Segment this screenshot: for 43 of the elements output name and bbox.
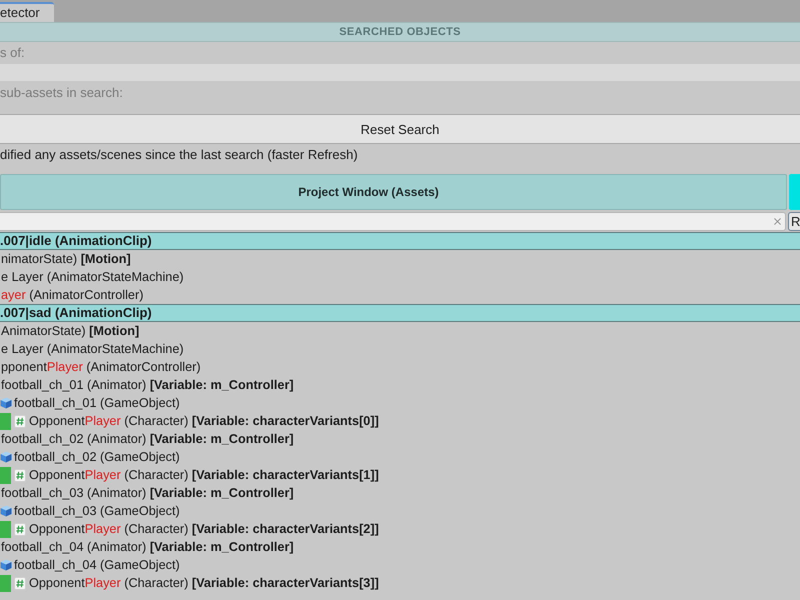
field-label: sub-assets in search:: [0, 85, 123, 100]
toolbar-button[interactable]: R: [788, 212, 800, 231]
script-icon: [14, 468, 26, 482]
clear-icon[interactable]: [774, 218, 781, 225]
result-item[interactable]: ayer (AnimatorController): [1, 287, 144, 303]
script-icon: [14, 414, 26, 428]
side-button[interactable]: [789, 174, 800, 210]
cube-icon: [0, 505, 12, 517]
field-label: s of:: [0, 45, 25, 60]
toggle-label: dified any assets/scenes since the last search (faster Refresh): [0, 147, 358, 162]
square-icon: [0, 466, 11, 484]
result-item[interactable]: pponentPlayer (AnimatorController): [1, 359, 201, 375]
result-item[interactable]: OpponentPlayer (Character) [Variable: characterVariants[2]]: [29, 521, 379, 537]
result-item[interactable]: AnimatorState) [Motion]: [1, 323, 140, 339]
result-item[interactable]: OpponentPlayer (Character) [Variable: characterVariants[0]]: [29, 413, 379, 429]
cube-icon: [0, 397, 12, 409]
result-item[interactable]: e Layer (AnimatorStateMachine): [1, 269, 184, 285]
result-header[interactable]: .007|idle (AnimationClip): [0, 232, 800, 250]
result-item[interactable]: football_ch_01 (Animator) [Variable: m_Controller]: [1, 377, 294, 393]
result-item[interactable]: e Layer (AnimatorStateMachine): [1, 341, 184, 357]
cube-icon: [0, 451, 12, 463]
result-item[interactable]: football_ch_03 (GameObject): [14, 503, 180, 519]
script-icon: [14, 522, 26, 536]
result-item[interactable]: OpponentPlayer (Character) [Variable: characterVariants[3]]: [29, 575, 379, 591]
cube-icon: [0, 559, 12, 571]
result-item[interactable]: football_ch_04 (Animator) [Variable: m_Controller]: [1, 539, 294, 555]
section-button[interactable]: Project Window (Assets): [0, 174, 787, 210]
result-item[interactable]: football_ch_02 (GameObject): [14, 449, 180, 465]
result-item[interactable]: OpponentPlayer (Character) [Variable: characterVariants[1]]: [29, 467, 379, 483]
search-field[interactable]: [0, 212, 786, 231]
square-icon: [0, 520, 11, 538]
result-item[interactable]: football_ch_03 (Animator) [Variable: m_Controller]: [1, 485, 294, 501]
square-icon: [0, 412, 11, 430]
window-tab[interactable]: etector: [0, 2, 54, 22]
result-header[interactable]: .007|sad (AnimationClip): [0, 304, 800, 322]
reset-search-button[interactable]: Reset Search: [0, 114, 800, 144]
result-item[interactable]: football_ch_01 (GameObject): [14, 395, 180, 411]
section-header: SEARCHED OBJECTS: [0, 22, 800, 42]
square-icon: [0, 574, 11, 592]
script-icon: [14, 576, 26, 590]
result-item[interactable]: football_ch_02 (Animator) [Variable: m_Controller]: [1, 431, 294, 447]
result-item[interactable]: football_ch_04 (GameObject): [14, 557, 180, 573]
result-item[interactable]: nimatorState) [Motion]: [1, 251, 131, 267]
